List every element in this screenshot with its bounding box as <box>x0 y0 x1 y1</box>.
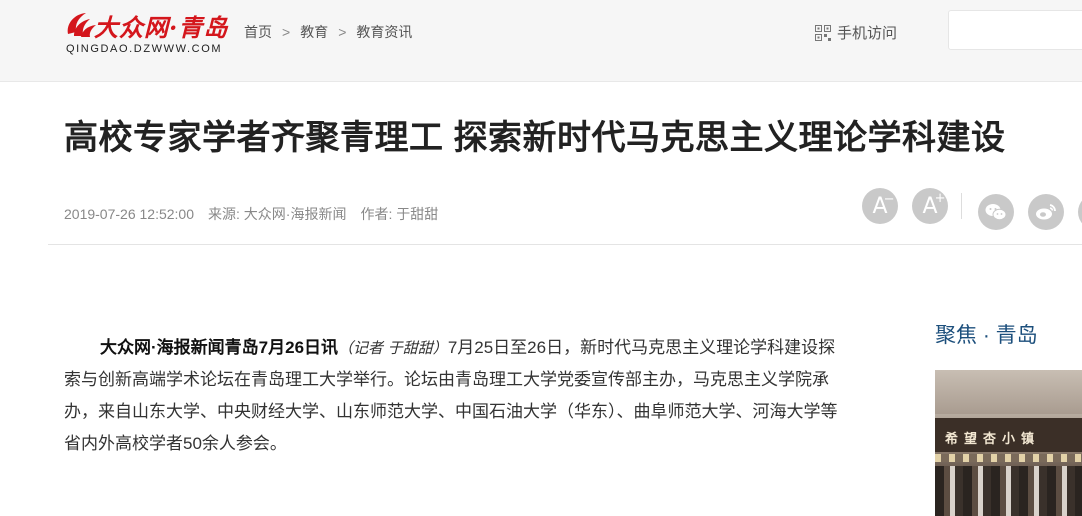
photo-sign-text: 希望杏小镇 <box>945 431 1041 446</box>
article-author: 作者: 于甜甜 <box>360 206 439 222</box>
breadcrumb-education[interactable]: 教育 <box>300 22 328 42</box>
photo-crowd <box>935 466 1082 516</box>
font-increase-icon: A + <box>922 190 946 219</box>
wechat-icon <box>985 204 1007 221</box>
article-lead: 大众网·海报新闻青岛7月26日讯 <box>100 338 339 357</box>
breadcrumb-education-news[interactable]: 教育资讯 <box>356 22 412 42</box>
breadcrumb: 首页 > 教育 > 教育资讯 <box>244 22 412 42</box>
article-source: 来源: 大众网·海报新闻 <box>208 206 347 222</box>
site-logo[interactable]: 大众网·青岛 QINGDAO.DZWWW.COM <box>64 8 227 60</box>
share-more-button[interactable] <box>1078 194 1082 230</box>
breadcrumb-separator: > <box>282 24 291 40</box>
publish-date: 2019-07-26 12:52:00 <box>64 206 194 222</box>
qr-code-icon <box>815 25 831 41</box>
article-title: 高校专家学者齐聚青理工 探索新时代马克思主义理论学科建设 <box>64 119 1006 157</box>
font-increase-button[interactable]: A + <box>912 188 948 224</box>
site-header: 大众网·青岛 QINGDAO.DZWWW.COM 首页 > 教育 > 教育资讯 手机访问 <box>0 0 1082 82</box>
font-decrease-icon: A − <box>872 191 895 219</box>
photo-lights <box>935 454 1082 462</box>
sidebar-title: 聚焦 · 青岛 <box>935 324 1038 347</box>
font-decrease-button[interactable]: A − <box>862 188 898 224</box>
header-divider <box>48 244 1082 245</box>
reporter-note: （记者 于甜甜） <box>338 339 448 357</box>
sidebar-photo[interactable]: 希望杏小镇 <box>935 370 1082 516</box>
logo-brand-text: 大众网·青岛 <box>94 13 229 42</box>
mobile-access-label: 手机访问 <box>837 25 898 42</box>
logo-domain-text: QINGDAO.DZWWW.COM <box>66 43 223 55</box>
article-meta: 2019-07-26 12:52:00 来源: 大众网·海报新闻 作者: 于甜甜 <box>64 204 452 224</box>
breadcrumb-home[interactable]: 首页 <box>244 22 272 42</box>
mobile-access-link[interactable]: 手机访问 <box>815 22 897 43</box>
tools-divider <box>961 193 962 219</box>
search-input[interactable] <box>948 10 1082 50</box>
share-wechat-button[interactable] <box>978 194 1014 230</box>
photo-ceiling <box>935 370 1082 414</box>
article-body: 大众网·海报新闻青岛7月26日讯（记者 于甜甜）7月25日至26日，新时代马克思… <box>64 332 838 460</box>
share-weibo-button[interactable] <box>1028 194 1064 230</box>
breadcrumb-separator: > <box>338 24 347 40</box>
weibo-icon <box>1036 204 1056 220</box>
